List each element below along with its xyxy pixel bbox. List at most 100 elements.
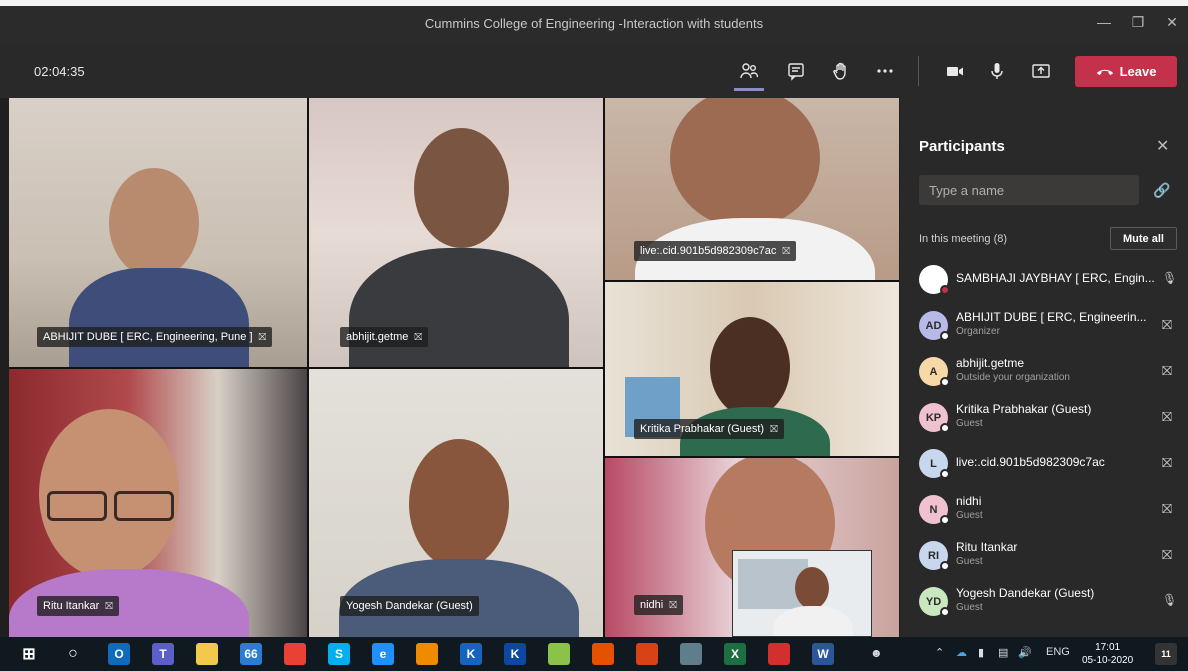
- minimize-icon[interactable]: —: [1092, 14, 1116, 30]
- matlab-icon[interactable]: [592, 643, 614, 665]
- nametag-text: Yogesh Dandekar (Guest): [346, 600, 473, 612]
- app-icon-glyph: O: [114, 647, 124, 661]
- avatar-initials: RI: [928, 549, 939, 562]
- participant-name: Yogesh Dandekar (Guest): [956, 586, 1095, 600]
- nametag-text: ABHIJIT DUBE [ ERC, Engineering, Pune ]: [43, 331, 253, 343]
- video-tile[interactable]: Kritika Prabhakar (Guest) ⛝: [605, 282, 899, 456]
- k-app-icon[interactable]: K: [460, 643, 482, 665]
- network-icon[interactable]: ▤: [998, 646, 1008, 659]
- share-link-icon[interactable]: 🔗: [1153, 182, 1170, 199]
- presence-indicator: [940, 423, 950, 433]
- video-tile[interactable]: live:.cid.901b5d982309c7ac ⛝: [605, 98, 899, 280]
- participant-face: [109, 168, 199, 278]
- close-window-icon[interactable]: ✕: [1160, 14, 1184, 31]
- participant-row[interactable]: AD ABHIJIT DUBE [ ERC, Engineerin... Organ…: [900, 302, 1188, 348]
- word-icon[interactable]: W: [812, 643, 834, 665]
- mic-muted-icon[interactable]: ⛝: [1162, 409, 1172, 425]
- video-tile[interactable]: ABHIJIT DUBE [ ERC, Engineering, Pune ] ⛝: [9, 98, 307, 367]
- mic-muted-icon: ⛝: [770, 423, 778, 435]
- self-view-video[interactable]: [732, 550, 872, 637]
- calculator-icon[interactable]: [680, 643, 702, 665]
- onedrive-icon[interactable]: ☁: [956, 646, 967, 659]
- share-screen-icon[interactable]: [1026, 58, 1056, 84]
- participant-face: [414, 128, 509, 248]
- notifications-icon[interactable]: 11: [1155, 643, 1177, 665]
- participants-icon[interactable]: [734, 58, 764, 84]
- teams-meeting-window: Cummins College of Engineering -Interact…: [0, 0, 1188, 637]
- mic-muted-icon: ⛝: [414, 331, 422, 343]
- maximize-icon[interactable]: ❐: [1126, 14, 1150, 31]
- vlc-icon[interactable]: [416, 643, 438, 665]
- ie-icon[interactable]: e: [372, 643, 394, 665]
- taskbar-clock[interactable]: 17:01 05-10-2020: [1082, 641, 1133, 667]
- video-tile[interactable]: abhijit.getme ⛝: [309, 98, 603, 367]
- participant-search-input[interactable]: Type a name: [919, 175, 1139, 205]
- language-indicator[interactable]: ENG: [1046, 646, 1070, 658]
- close-panel-icon[interactable]: ✕: [1156, 136, 1169, 156]
- avatar-initials: A: [929, 365, 938, 378]
- teams-icon[interactable]: T: [152, 643, 174, 665]
- raise-hand-icon[interactable]: [826, 58, 856, 84]
- chat-icon[interactable]: [781, 58, 811, 84]
- nametag-text: Ritu Itankar: [43, 600, 100, 612]
- chrome-icon[interactable]: [284, 643, 306, 665]
- window-title: Cummins College of Engineering -Interact…: [424, 16, 764, 31]
- participant-name: abhijit.getme: [956, 356, 1025, 370]
- avatar: L: [919, 449, 950, 479]
- more-options-icon[interactable]: [870, 58, 900, 84]
- mail-icon[interactable]: 66: [240, 643, 262, 665]
- volume-icon[interactable]: 🔊: [1018, 646, 1032, 659]
- mic-muted-icon[interactable]: ⛝: [1162, 317, 1172, 333]
- participant-name: ABHIJIT DUBE [ ERC, Engineerin...: [956, 310, 1147, 324]
- camera-icon[interactable]: [940, 58, 970, 84]
- video-nametag: Ritu Itankar ⛝: [37, 596, 119, 616]
- windows-start-icon[interactable]: ⊞: [18, 643, 40, 665]
- shield-app-icon[interactable]: [636, 643, 658, 665]
- glasses: [47, 491, 107, 521]
- skype-icon[interactable]: S: [328, 643, 350, 665]
- participant-row[interactable]: RI Ritu Itankar Guest ⛝: [900, 532, 1188, 578]
- excel-icon[interactable]: X: [724, 643, 746, 665]
- tray-expand-icon[interactable]: ⌃: [935, 646, 944, 659]
- mic-muted-icon[interactable]: ⛝: [1162, 455, 1172, 471]
- avatar-initials: N: [929, 503, 938, 516]
- participant-row[interactable]: Aabhijit.getme Outside your organization ⛝: [900, 348, 1188, 394]
- participant-name: Kritika Prabhakar (Guest): [956, 402, 1092, 416]
- participant-row[interactable]: Nnidhi Guest ⛝: [900, 486, 1188, 532]
- mic-muted-icon[interactable]: ⛝: [1162, 501, 1172, 517]
- participant-body: [69, 268, 249, 367]
- participant-face: [409, 439, 509, 569]
- mic-muted-icon: ⛝: [782, 245, 791, 257]
- participant-row[interactable]: Llive:.cid.901b5d982309c7ac ⛝: [900, 440, 1188, 486]
- app-icon[interactable]: [548, 643, 570, 665]
- leave-button[interactable]: Leave: [1075, 56, 1177, 87]
- battery-icon[interactable]: ▮: [978, 646, 984, 659]
- app-icon-glyph: 66: [244, 647, 258, 661]
- mute-all-button[interactable]: Mute all: [1110, 227, 1177, 250]
- mic-muted-icon[interactable]: ⛝: [1162, 363, 1172, 379]
- participant-role: Organizer: [956, 326, 1000, 337]
- presence-indicator: [940, 331, 950, 341]
- k-app-2-icon[interactable]: K: [504, 643, 526, 665]
- windows-taskbar: ⊞ ○ O T 66 Se K K X W ☻ ⌃ ☁ ▮ ▤ 🔊 ENG 17:01 05-…: [0, 637, 1188, 671]
- microphone-icon[interactable]: [982, 58, 1012, 84]
- video-tile[interactable]: Yogesh Dandekar (Guest): [309, 369, 603, 637]
- participant-list: SAMBHAJI JAYBHAY [ ERC, Engin... 🎙 AD ABHIJ…: [900, 256, 1188, 624]
- participant-row[interactable]: YD Yogesh Dandekar (Guest) Guest 🎙: [900, 578, 1188, 624]
- video-nametag: live:.cid.901b5d982309c7ac ⛝: [634, 241, 797, 261]
- microphone-icon[interactable]: 🎙: [1162, 271, 1177, 285]
- mic-muted-icon[interactable]: ⛝: [1162, 547, 1172, 563]
- search-circle-icon[interactable]: ○: [62, 643, 84, 665]
- video-tile[interactable]: Ritu Itankar ⛝: [9, 369, 307, 637]
- participant-row[interactable]: SAMBHAJI JAYBHAY [ ERC, Engin... 🎙: [900, 256, 1188, 302]
- outlook-icon[interactable]: O: [108, 643, 130, 665]
- presence-indicator: [940, 285, 950, 295]
- participant-face: [795, 567, 829, 609]
- acrobat-icon[interactable]: [768, 643, 790, 665]
- file-explorer-icon[interactable]: [196, 643, 218, 665]
- participant-row[interactable]: KP Kritika Prabhakar (Guest) Guest ⛝: [900, 394, 1188, 440]
- microphone-icon[interactable]: 🎙: [1162, 593, 1177, 607]
- panel-title: Participants: [919, 138, 1005, 155]
- people-icon[interactable]: ☻: [870, 646, 883, 660]
- app-icon-glyph: e: [379, 647, 387, 661]
